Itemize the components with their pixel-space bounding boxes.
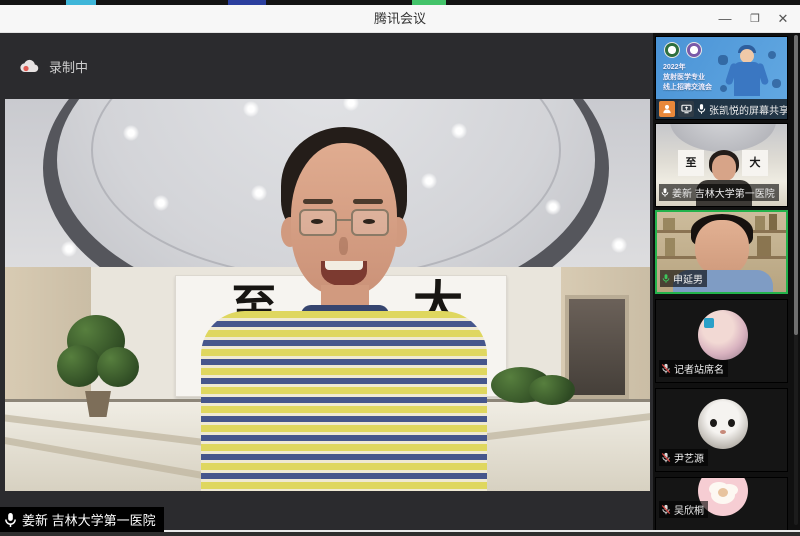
slide-line1: 2022年 <box>663 63 712 73</box>
main-speaker-name: 姜新 吉林大学第一医院 <box>22 510 156 529</box>
meeting-content: 录制中 至善 <box>0 33 800 530</box>
recording-label: 录制中 <box>49 57 88 76</box>
screenshare-icon <box>678 101 694 117</box>
participant-name: 记者站席名 <box>674 361 724 376</box>
participant-name-tag: 记者站席名 <box>659 360 728 377</box>
participant-name: 张凯悦的屏幕共享 <box>709 102 788 117</box>
participant-thumb-avatar[interactable]: 尹艺源 <box>655 388 788 472</box>
slide-line2: 放射医学专业 <box>663 73 712 83</box>
desktop-below-window <box>0 532 800 536</box>
microphone-icon <box>661 187 669 198</box>
elevator-door <box>565 295 629 399</box>
participant-name: 申延男 <box>673 271 703 286</box>
microphone-active-icon <box>662 273 670 284</box>
window-title: 腾讯会议 <box>0 5 800 33</box>
main-speaker-name-tag: 姜新 吉林大学第一医院 <box>0 507 164 532</box>
striped-shirt <box>201 311 487 491</box>
microphone-muted-icon <box>661 363 671 374</box>
participants-sidebar[interactable]: 2022年 放射医学专业 线上招聘交流会 <box>653 33 800 530</box>
sidebar-scrollbar[interactable] <box>794 35 798 525</box>
participant-name-tag: 申延男 <box>660 270 707 287</box>
microphone-muted-icon <box>661 452 671 463</box>
participant-thumb-avatar[interactable]: 记者站席名 <box>655 299 788 383</box>
participant-name-tag: 姜新 吉林大学第一医院 <box>659 184 779 201</box>
slide-line3: 线上招聘交流会 <box>663 83 712 93</box>
participant-avatar <box>698 310 748 360</box>
cloud-record-icon <box>20 59 40 74</box>
slide-logo <box>664 42 680 58</box>
minimize-button[interactable]: — <box>710 5 740 33</box>
participant-thumb-video[interactable]: 至 大 姜新 吉林大学第一医院 <box>655 123 788 207</box>
participant-thumb-avatar[interactable]: 吴欣桐 <box>655 477 788 530</box>
plant-bush <box>529 375 575 405</box>
presenter-icon <box>659 101 675 117</box>
maximize-button[interactable]: ❐ <box>740 5 770 33</box>
close-button[interactable]: ✕ <box>768 5 798 33</box>
microphone-icon <box>697 103 706 115</box>
participant-avatar-cat <box>698 399 748 449</box>
participant-thumb-active-speaker[interactable]: 申延男 <box>655 210 788 294</box>
participant-name: 吴欣桐 <box>674 502 704 517</box>
tencent-meeting-window: 腾讯会议 — ❐ ✕ 录制中 <box>0 0 800 536</box>
slide-logo <box>686 42 702 58</box>
scrollbar-thumb[interactable] <box>794 35 798 335</box>
participant-name: 姜新 吉林大学第一医院 <box>672 185 775 200</box>
participant-name-tag: 吴欣桐 <box>659 501 708 518</box>
participant-thumb-screenshare[interactable]: 2022年 放射医学专业 线上招聘交流会 <box>655 36 788 120</box>
microphone-muted-icon <box>661 504 671 515</box>
screenshare-info-bar: 张凯悦的屏幕共享 <box>656 99 787 119</box>
participant-name: 尹艺源 <box>674 450 704 465</box>
microphone-icon <box>4 512 17 528</box>
participant-name-tag: 尹艺源 <box>659 449 708 466</box>
speaker-face <box>291 143 397 295</box>
recording-indicator: 录制中 <box>20 57 88 76</box>
main-video-feed[interactable]: 至善 大医 <box>5 99 650 491</box>
titlebar[interactable]: 腾讯会议 — ❐ ✕ <box>0 5 800 33</box>
